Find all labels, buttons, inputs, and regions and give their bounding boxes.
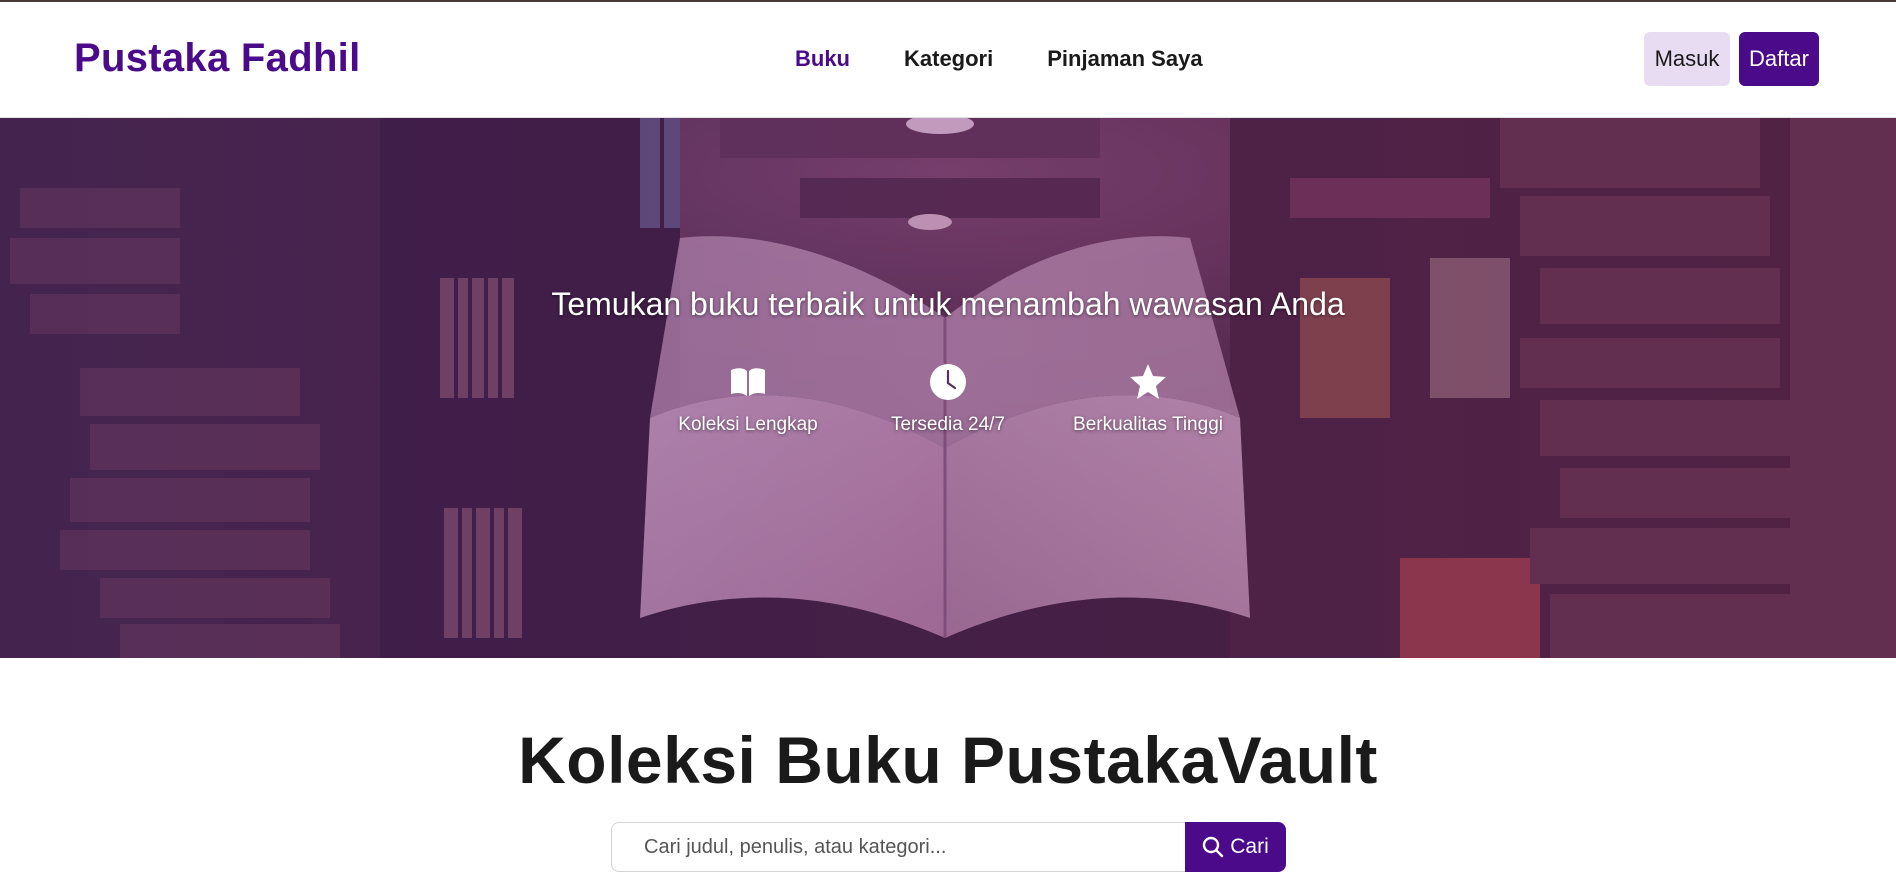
search-icon bbox=[1203, 836, 1224, 858]
register-button[interactable]: Daftar bbox=[1739, 32, 1819, 86]
hero-tagline: Temukan buku terbaik untuk menambah wawa… bbox=[551, 286, 1345, 322]
feature-label: Berkualitas Tinggi bbox=[1073, 414, 1223, 435]
feature-list: Koleksi Lengkap Tersedia 24/7 Berkualita… bbox=[0, 362, 1896, 436]
hero-banner: Temukan buku terbaik untuk menambah wawa… bbox=[0, 118, 1896, 658]
feature-tersedia: Tersedia 24/7 bbox=[848, 362, 1048, 436]
feature-label: Koleksi Lengkap bbox=[678, 414, 818, 435]
search-button-label: Cari bbox=[1230, 835, 1269, 858]
site-header: Pustaka Fadhil Buku Kategori Pinjaman Sa… bbox=[0, 2, 1896, 118]
nav-item-buku[interactable]: Buku bbox=[795, 46, 850, 76]
book-open-icon bbox=[731, 368, 765, 396]
main-nav: Buku Kategori Pinjaman Saya bbox=[795, 46, 1203, 76]
search-input[interactable] bbox=[611, 822, 1185, 872]
brand-logo[interactable]: Pustaka Fadhil bbox=[74, 36, 361, 81]
clock-icon bbox=[930, 364, 966, 400]
collection-title: Koleksi Buku PustakaVault bbox=[518, 723, 1378, 797]
nav-item-pinjaman-saya[interactable]: Pinjaman Saya bbox=[1047, 46, 1202, 76]
nav-item-kategori[interactable]: Kategori bbox=[904, 46, 993, 76]
search-bar: Cari bbox=[611, 822, 1286, 872]
login-button[interactable]: Masuk bbox=[1644, 32, 1730, 86]
star-icon bbox=[1130, 364, 1166, 399]
feature-berkualitas: Berkualitas Tinggi bbox=[1048, 362, 1248, 436]
search-button[interactable]: Cari bbox=[1185, 822, 1286, 872]
feature-koleksi-lengkap: Koleksi Lengkap bbox=[648, 362, 848, 436]
feature-label: Tersedia 24/7 bbox=[890, 414, 1006, 435]
